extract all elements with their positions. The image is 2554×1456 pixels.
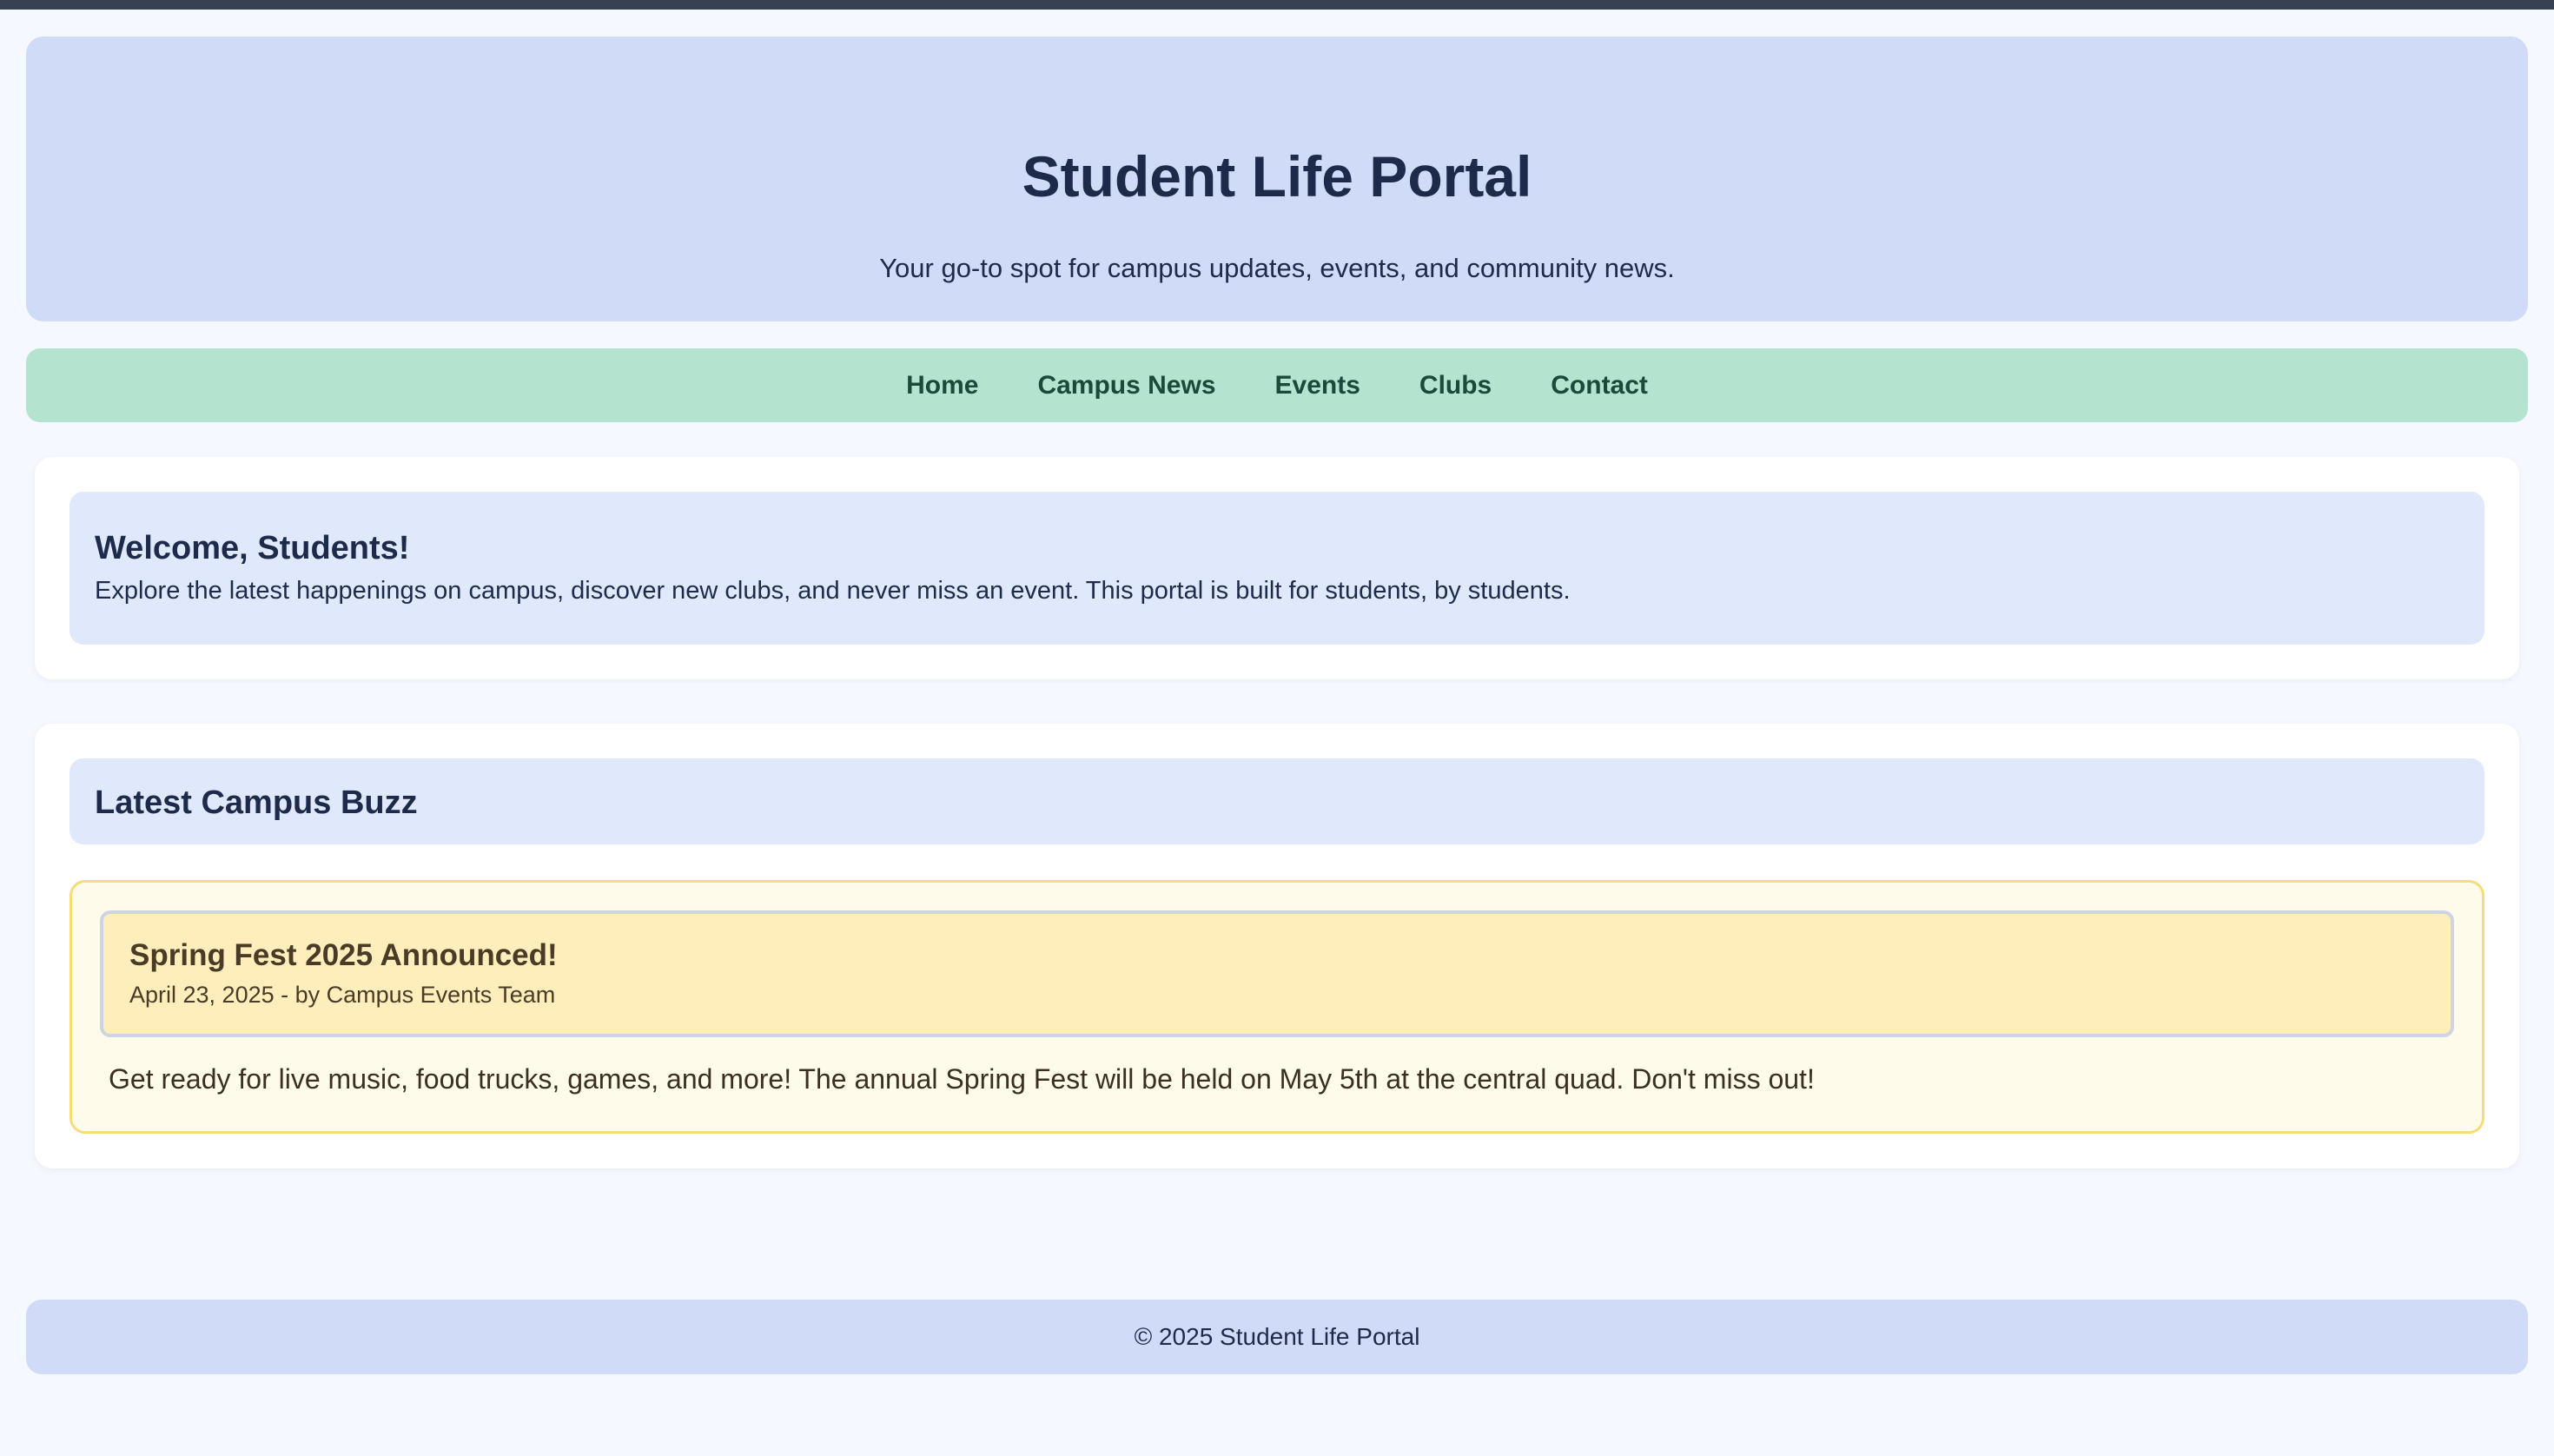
welcome-card: Welcome, Students! Explore the latest ha… — [35, 457, 2519, 679]
top-bar — [0, 0, 2554, 10]
news-item: Spring Fest 2025 Announced! April 23, 20… — [69, 880, 2485, 1134]
nav-clubs-link[interactable]: Clubs — [1419, 371, 1492, 400]
news-item-body: Get ready for live music, food trucks, g… — [109, 1063, 1815, 1095]
main-nav: Home Campus News Events Clubs Contact — [26, 348, 2528, 422]
campus-buzz-header: Latest Campus Buzz — [69, 758, 2485, 844]
welcome-text: Explore the latest happenings on campus,… — [95, 577, 1571, 605]
nav-events-link[interactable]: Events — [1275, 371, 1360, 400]
page-title: Student Life Portal — [1022, 144, 1532, 208]
news-item-title: Spring Fest 2025 Announced! — [129, 938, 558, 972]
nav-contact-link[interactable]: Contact — [1551, 371, 1648, 400]
news-item-meta: April 23, 2025 - by Campus Events Team — [129, 982, 556, 1008]
welcome-heading: Welcome, Students! — [95, 530, 410, 566]
nav-campus-news-link[interactable]: Campus News — [1037, 371, 1215, 400]
footer-copyright: © 2025 Student Life Portal — [1134, 1323, 1420, 1350]
page-footer: © 2025 Student Life Portal — [26, 1300, 2528, 1374]
news-item-header: Spring Fest 2025 Announced! April 23, 20… — [100, 910, 2454, 1037]
campus-buzz-card: Latest Campus Buzz Spring Fest 2025 Anno… — [35, 724, 2519, 1168]
campus-buzz-heading: Latest Campus Buzz — [95, 784, 418, 821]
page-tagline: Your go-to spot for campus updates, even… — [879, 253, 1675, 283]
welcome-panel: Welcome, Students! Explore the latest ha… — [69, 492, 2485, 645]
nav-home-link[interactable]: Home — [906, 371, 978, 400]
page-header: Student Life Portal Your go-to spot for … — [26, 36, 2528, 321]
